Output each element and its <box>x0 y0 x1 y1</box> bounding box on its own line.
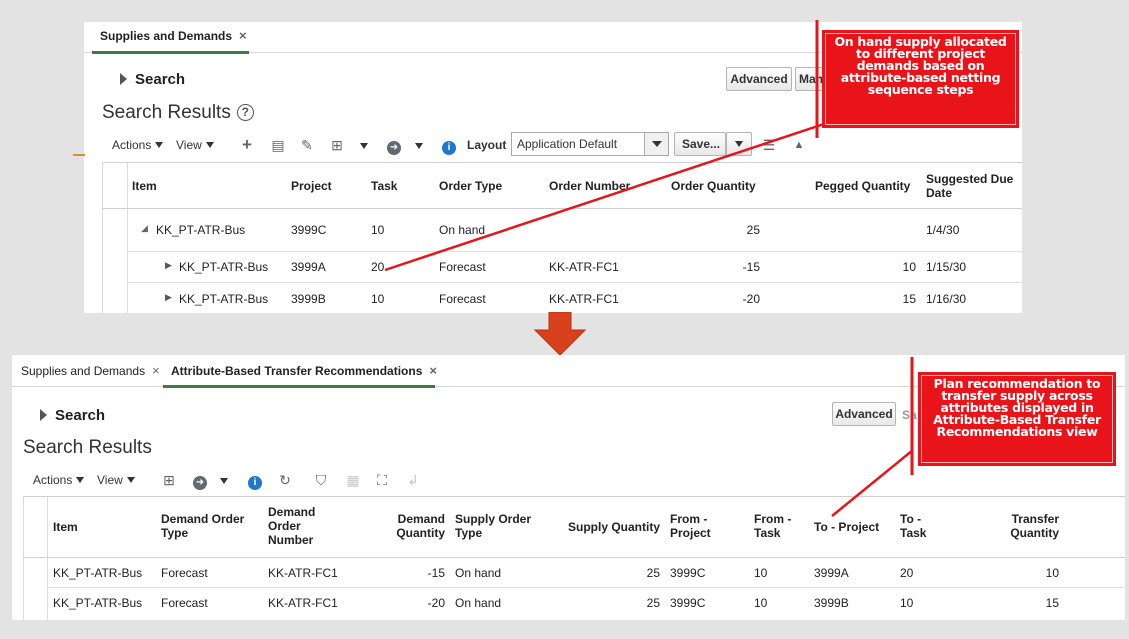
callout-top-text: On hand supply allocated to different pr… <box>834 34 1007 97</box>
bottom-callout-pointer <box>831 449 914 517</box>
callout-bottom: Plan recommendation to transfer supply a… <box>918 372 1116 466</box>
callout-top: On hand supply allocated to different pr… <box>822 30 1019 128</box>
top-callout-pointer <box>384 120 831 272</box>
callout-bottom-text: Plan recommendation to transfer supply a… <box>933 376 1101 439</box>
